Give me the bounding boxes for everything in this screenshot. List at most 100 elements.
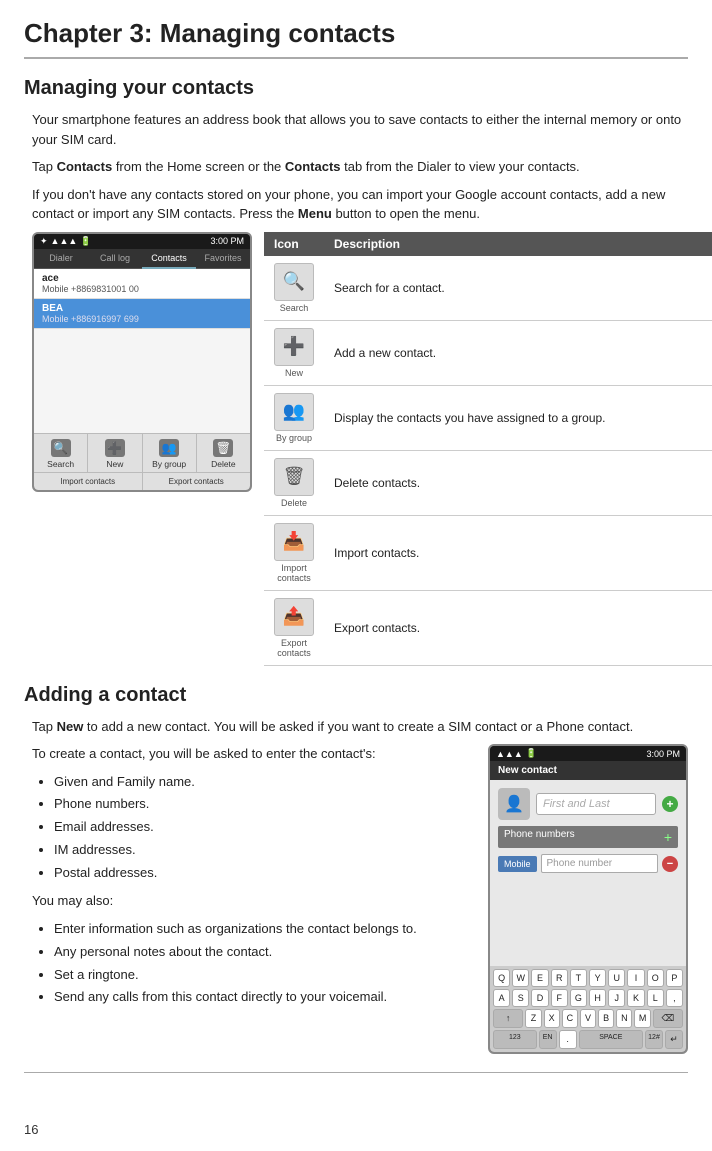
- action-bygroup-label: By group: [152, 459, 186, 469]
- key-period[interactable]: .: [559, 1030, 577, 1049]
- action-export[interactable]: Export contacts: [143, 473, 251, 490]
- key-f[interactable]: F: [551, 989, 568, 1007]
- key-i[interactable]: I: [627, 969, 644, 987]
- col-header-icon: Icon: [264, 232, 324, 256]
- col-header-description: Description: [324, 232, 712, 256]
- action-new-label: New: [106, 459, 123, 469]
- contacts-list: ace Mobile +8869831001 00 BEA Mobile +88…: [34, 269, 250, 433]
- key-u[interactable]: U: [608, 969, 625, 987]
- icon-4: 📥: [274, 523, 314, 561]
- keyboard: Q W E R T Y U I O P A S D: [490, 966, 686, 1052]
- key-enter[interactable]: ↵: [665, 1030, 683, 1049]
- icon-cell-3: 🗑 Delete: [264, 450, 324, 515]
- key-t[interactable]: T: [570, 969, 587, 987]
- bullet-ringtone: Set a ringtone.: [54, 965, 474, 986]
- managing-para-3: If you don't have any contacts stored on…: [32, 185, 688, 224]
- phone-number-input[interactable]: Phone number: [541, 854, 658, 873]
- icon-description-table: Icon Description 🔍 Search Search for a c…: [264, 232, 712, 666]
- remove-phone-button[interactable]: −: [662, 856, 678, 872]
- key-c[interactable]: C: [562, 1009, 578, 1028]
- key-123[interactable]: 123: [493, 1030, 537, 1049]
- phone-screenshot-1: ✦ ▲▲▲ 🔋 3:00 PM Dialer Call log Contacts…: [32, 232, 252, 492]
- description-cell-4: Import contacts.: [324, 515, 712, 590]
- key-g[interactable]: G: [570, 989, 587, 1007]
- key-k[interactable]: K: [627, 989, 644, 1007]
- tab-favorites[interactable]: Favorites: [196, 249, 250, 269]
- key-m[interactable]: M: [634, 1009, 650, 1028]
- new-contact-body: 👤 First and Last + Phone numbers + Mobil…: [490, 780, 686, 966]
- key-n[interactable]: N: [616, 1009, 632, 1028]
- phone-tabs: Dialer Call log Contacts Favorites: [34, 249, 250, 269]
- key-backspace[interactable]: ⌫: [653, 1009, 683, 1028]
- add-name-button[interactable]: +: [662, 796, 678, 812]
- bullet-notes: Any personal notes about the contact.: [54, 942, 474, 963]
- key-space[interactable]: SPACE: [579, 1030, 643, 1049]
- adding-content-area: To create a contact, you will be asked t…: [32, 744, 688, 1054]
- adding-contact-section: Adding a contact Tap New to add a new co…: [24, 684, 688, 1055]
- key-l[interactable]: L: [647, 989, 664, 1007]
- icon-cell-5: 📤 Export contacts: [264, 590, 324, 665]
- contact-avatar: 👤: [498, 788, 530, 820]
- icon-table-row: 🔍 Search Search for a contact.: [264, 256, 712, 321]
- key-e[interactable]: E: [531, 969, 548, 987]
- key-d[interactable]: D: [531, 989, 548, 1007]
- key-v[interactable]: V: [580, 1009, 596, 1028]
- description-cell-2: Display the contacts you have assigned t…: [324, 385, 712, 450]
- icon-label-5: Export contacts: [274, 638, 314, 658]
- key-y[interactable]: Y: [589, 969, 606, 987]
- phone-type-button[interactable]: Mobile: [498, 856, 537, 872]
- tab-dialer[interactable]: Dialer: [34, 249, 88, 269]
- name-input[interactable]: First and Last: [536, 793, 656, 815]
- key-w[interactable]: W: [512, 969, 529, 987]
- key-comma[interactable]: ,: [666, 989, 683, 1007]
- icon-label-4: Import contacts: [274, 563, 314, 583]
- tab-calllog[interactable]: Call log: [88, 249, 142, 269]
- description-cell-5: Export contacts.: [324, 590, 712, 665]
- statusbar-icons: ✦ ▲▲▲ 🔋: [40, 236, 92, 247]
- icon-1: ➕: [274, 328, 314, 366]
- contacts-table-area: ✦ ▲▲▲ 🔋 3:00 PM Dialer Call log Contacts…: [32, 232, 688, 666]
- key-shift[interactable]: ↑: [493, 1009, 523, 1028]
- contact-bea-number: Mobile +886916997 699: [42, 314, 242, 324]
- new-contact-title: New contact: [498, 765, 557, 776]
- action-import[interactable]: Import contacts: [34, 473, 143, 490]
- name-row: 👤 First and Last +: [498, 788, 678, 820]
- key-z[interactable]: Z: [525, 1009, 541, 1028]
- icon-table-row: 👥 By group Display the contacts you have…: [264, 385, 712, 450]
- icon-0: 🔍: [274, 263, 314, 301]
- icon-5: 📤: [274, 598, 314, 636]
- icon-cell-0: 🔍 Search: [264, 256, 324, 321]
- key-r[interactable]: R: [551, 969, 568, 987]
- description-cell-1: Add a new contact.: [324, 320, 712, 385]
- chapter-title: Chapter 3: Managing contacts: [24, 18, 688, 59]
- key-q[interactable]: Q: [493, 969, 510, 987]
- icon-3: 🗑: [274, 458, 314, 496]
- tab-contacts[interactable]: Contacts: [142, 249, 196, 269]
- action-delete[interactable]: 🗑 Delete: [197, 434, 250, 472]
- key-s[interactable]: S: [512, 989, 529, 1007]
- page-number: 16: [24, 1122, 38, 1137]
- bullet-organizations: Enter information such as organizations …: [54, 919, 474, 940]
- managing-contacts-body: Your smartphone features an address book…: [24, 110, 688, 666]
- key-j[interactable]: J: [608, 989, 625, 1007]
- key-en[interactable]: EN: [539, 1030, 557, 1049]
- key-12hash[interactable]: 12#: [645, 1030, 663, 1049]
- key-b[interactable]: B: [598, 1009, 614, 1028]
- add-phone-icon[interactable]: +: [664, 829, 672, 845]
- managing-para-2: Tap Contacts from the Home screen or the…: [32, 157, 688, 177]
- action-new[interactable]: ➕ New: [88, 434, 142, 472]
- key-a[interactable]: A: [493, 989, 510, 1007]
- icon-table-row: ➕ New Add a new contact.: [264, 320, 712, 385]
- managing-contacts-title: Managing your contacts: [24, 77, 688, 100]
- icon-label-3: Delete: [274, 498, 314, 508]
- phone-actions: 🔍 Search ➕ New 👥 By group 🗑 Delete: [34, 433, 250, 472]
- action-bygroup[interactable]: 👥 By group: [143, 434, 197, 472]
- key-o[interactable]: O: [647, 969, 664, 987]
- action-search[interactable]: 🔍 Search: [34, 434, 88, 472]
- icon-label-0: Search: [274, 303, 314, 313]
- key-p[interactable]: P: [666, 969, 683, 987]
- contact-ace-number: Mobile +8869831001 00: [42, 284, 242, 294]
- key-h[interactable]: H: [589, 989, 606, 1007]
- bullet-postal: Postal addresses.: [54, 863, 474, 884]
- key-x[interactable]: X: [544, 1009, 560, 1028]
